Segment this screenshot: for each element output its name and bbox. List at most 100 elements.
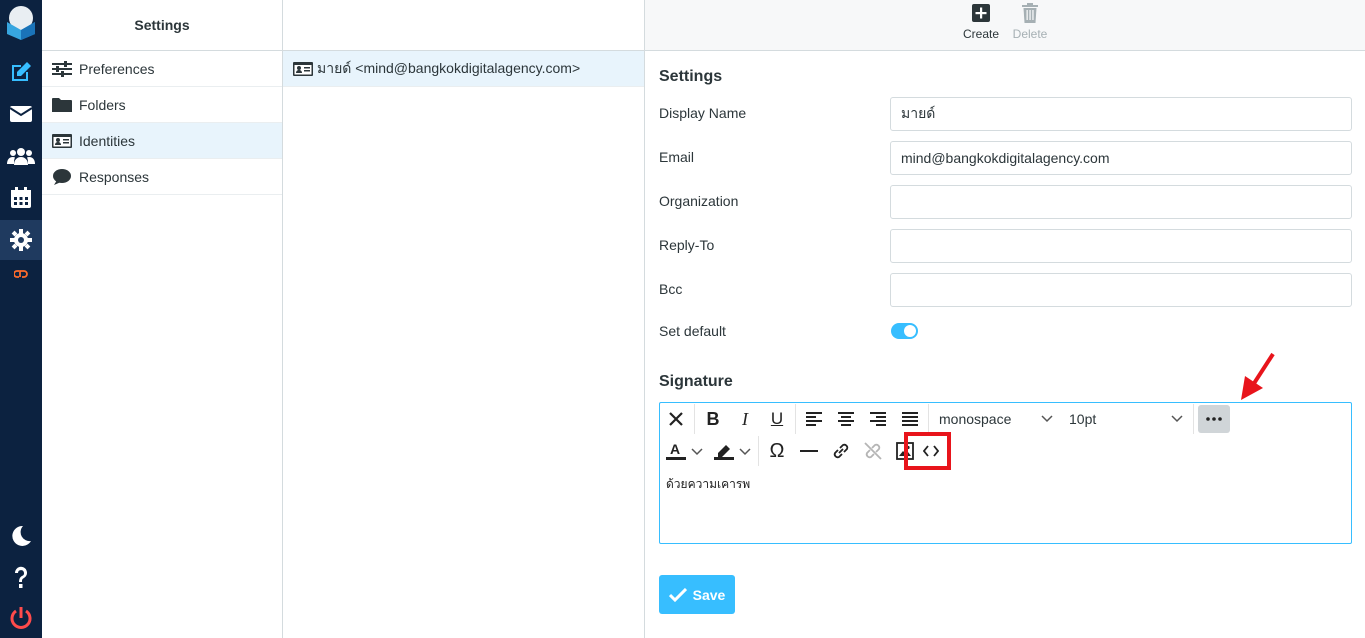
omega-icon: Ω [769,439,785,462]
mail-icon[interactable] [0,94,42,134]
settings-item-label: Preferences [79,60,155,77]
align-center-button[interactable] [830,404,862,434]
underline-icon: U [770,409,784,428]
trash-icon [1006,2,1054,24]
horizontal-rule-button[interactable] [793,436,825,466]
identity-item[interactable]: มายด์ <mind@bangkokdigitalagency.com> [283,51,644,87]
align-center-icon [838,412,854,426]
highlight-color-button[interactable] [708,436,756,466]
toolbar-separator [1193,404,1194,434]
annotation-highlight-box [904,432,951,470]
check-icon [668,587,687,602]
font-size-value: 10pt [1069,411,1097,427]
create-label: Create [962,27,1000,41]
underline-button[interactable]: U [761,404,793,434]
set-default-toggle[interactable] [891,323,918,339]
align-left-icon [806,412,822,426]
italic-button[interactable]: I [729,404,761,434]
settings-item-identities[interactable]: Identities [42,123,282,159]
delete-label: Delete [1012,27,1048,41]
chevron-down-icon [1041,415,1053,423]
display-name-row: Display Name มายด์ [659,97,1352,131]
align-right-button[interactable] [862,404,894,434]
bcc-row: Bcc [659,273,1352,307]
create-button[interactable]: Create [957,2,1005,41]
roundcube-logo-icon[interactable] [4,4,38,40]
insert-link-button[interactable] [825,436,857,466]
id-card-icon [293,59,313,79]
settings-item-folders[interactable]: Folders [42,87,282,123]
bcc-input[interactable] [890,273,1352,307]
toolbar-separator [694,404,695,434]
unlink-button[interactable] [857,436,889,466]
folder-icon [52,95,72,115]
identity-label: มายด์ <mind@bangkokdigitalagency.com> [317,59,581,76]
toggle-knob [904,325,916,337]
settings-item-label: Identities [79,132,136,149]
email-input[interactable]: mind@bangkokdigitalagency.com [890,141,1352,175]
align-left-button[interactable] [798,404,830,434]
clear-format-button[interactable] [660,404,692,434]
identities-panel: มายด์ <mind@bangkokdigitalagency.com> [283,0,645,638]
comment-icon [52,167,72,187]
cpanel-icon[interactable] [0,256,42,292]
justify-icon [902,412,918,426]
display-name-label: Display Name [659,105,747,121]
more-tools-button[interactable] [1198,405,1230,433]
organization-row: Organization [659,185,1352,219]
settings-item-preferences[interactable]: Preferences [42,51,282,87]
identities-header [283,0,644,51]
bcc-label: Bcc [659,281,683,297]
identity-edit-panel: Create Delete Settings Display Name มายด… [645,0,1365,638]
reply-to-label: Reply-To [659,237,715,253]
signature-content[interactable]: ด้วยความเคารพ [666,475,750,494]
email-label: Email [659,149,695,165]
text-color-icon: A [666,441,703,460]
id-card-icon [52,131,72,151]
settings-item-responses[interactable]: Responses [42,159,282,195]
calendar-icon[interactable] [0,178,42,218]
ellipsis-icon [1206,417,1222,421]
unlink-icon [864,442,882,460]
link-icon [833,443,849,459]
delete-button[interactable]: Delete [1006,2,1054,41]
font-family-select[interactable]: monospace [931,404,1061,434]
reply-to-input[interactable] [890,229,1352,263]
special-char-button[interactable]: Ω [761,436,793,466]
set-default-label: Set default [659,323,726,339]
editor-toolbar-row-2: A Ω [660,435,941,467]
plus-square-icon [957,2,1005,24]
logout-icon[interactable] [0,598,42,638]
text-color-button[interactable]: A [660,436,708,466]
font-size-select[interactable]: 10pt [1061,404,1191,434]
compose-icon[interactable] [0,52,42,92]
font-family-value: monospace [939,411,1012,427]
save-button[interactable]: Save [659,575,735,614]
highlighter-icon [714,445,751,460]
justify-button[interactable] [894,404,926,434]
contacts-icon[interactable] [0,136,42,176]
help-icon[interactable] [0,558,42,598]
sliders-icon [52,59,72,79]
settings-icon[interactable] [0,220,42,260]
align-right-icon [870,412,886,426]
save-label: Save [692,586,726,603]
organization-label: Organization [659,193,739,209]
dark-mode-icon[interactable] [0,516,42,556]
italic-icon: I [742,408,748,429]
main-toolbar: Create Delete [645,0,1365,51]
toolbar-separator [795,404,796,434]
toolbar-separator [758,436,759,466]
bold-button[interactable]: B [697,404,729,434]
set-default-row: Set default [659,317,1352,341]
display-name-input[interactable]: มายด์ [890,97,1352,131]
organization-input[interactable] [890,185,1352,219]
chevron-down-icon [1171,415,1183,423]
reply-to-row: Reply-To [659,229,1352,263]
toolbar-separator [928,404,929,434]
editor-toolbar-row-1: B I U monospace 10pt [660,403,1230,435]
svg-text:A: A [670,441,680,457]
settings-list-header: Settings [42,0,282,51]
settings-item-label: Responses [79,168,150,185]
signature-section-title: Signature [659,373,733,390]
